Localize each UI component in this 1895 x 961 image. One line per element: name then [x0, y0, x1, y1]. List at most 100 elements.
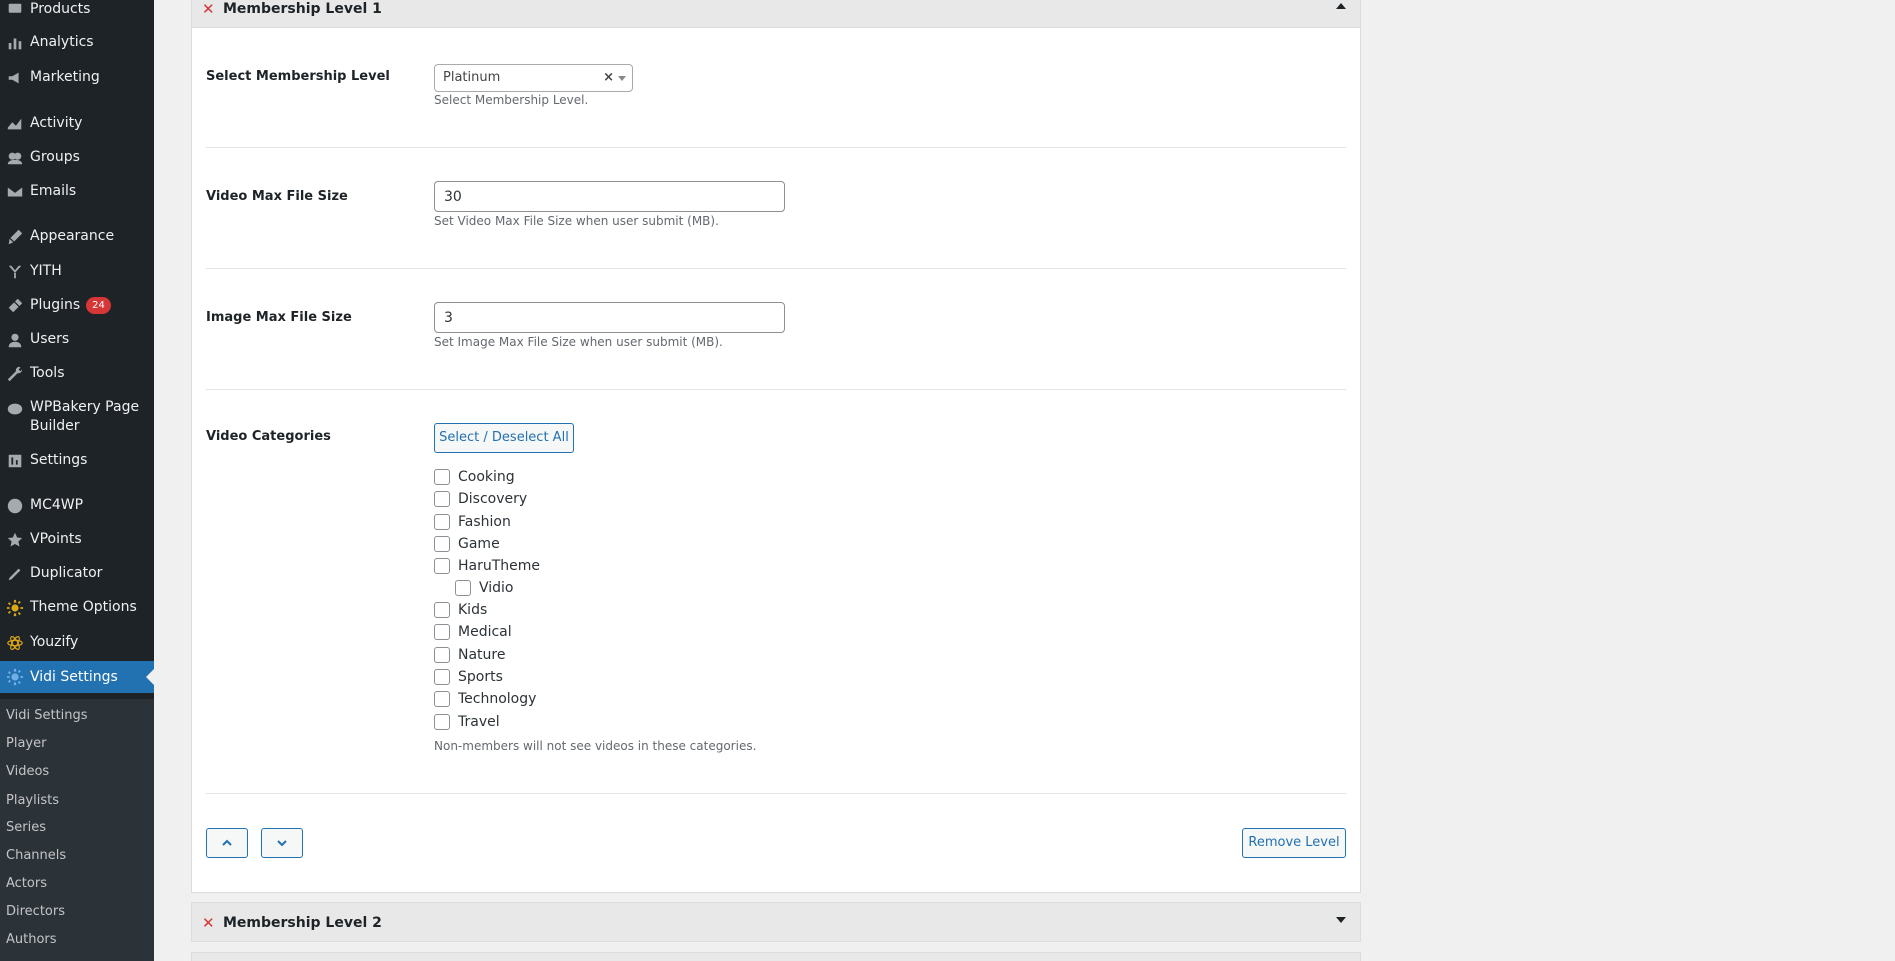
- appearance-icon: [0, 228, 30, 246]
- wpbakery-label-line2: Builder: [30, 418, 80, 434]
- sidebar-item-theme-options[interactable]: Theme Options: [0, 598, 154, 617]
- divider: [206, 389, 1346, 390]
- sidebar-item-activity[interactable]: Activity: [0, 114, 154, 133]
- marketing-icon: [0, 69, 30, 87]
- category-vidio[interactable]: Vidio: [455, 580, 514, 596]
- sidebar-item-groups[interactable]: Groups: [0, 148, 154, 167]
- category-sports[interactable]: Sports: [434, 669, 503, 685]
- submenu-videos[interactable]: Videos: [6, 764, 49, 780]
- video-max-file-size-desc: Set Video Max File Size when user submit…: [434, 214, 719, 228]
- sidebar-item-mc4wp[interactable]: MC4WP: [0, 496, 154, 515]
- submenu-authors[interactable]: Authors: [6, 932, 57, 948]
- category-kids[interactable]: Kids: [434, 602, 487, 618]
- sidebar-item-yith[interactable]: YITH: [0, 262, 154, 281]
- submenu-playlists[interactable]: Playlists: [6, 793, 59, 809]
- sidebar-item-products[interactable]: Products: [0, 0, 154, 19]
- checkbox[interactable]: [434, 714, 450, 730]
- sidebar-item-analytics[interactable]: Analytics: [0, 33, 154, 52]
- divider: [206, 793, 1346, 794]
- checkbox[interactable]: [455, 580, 471, 596]
- emails-icon: [0, 183, 30, 201]
- category-game[interactable]: Game: [434, 536, 500, 552]
- checkbox[interactable]: [434, 647, 450, 663]
- image-max-file-size-desc: Set Image Max File Size when user submit…: [434, 335, 723, 349]
- membership-level-1-title: Membership Level 1: [223, 1, 382, 17]
- select-deselect-all-button[interactable]: Select / Deselect All: [434, 423, 574, 453]
- wpbakery-label-line1: WPBakery Page: [30, 399, 140, 415]
- membership-level-1-header[interactable]: ✕ Membership Level 1: [191, 0, 1361, 28]
- sidebar-item-wpbakery[interactable]: WPBakery Page Builder: [0, 398, 154, 436]
- sidebar-item-youzify[interactable]: Youzify: [0, 633, 154, 652]
- chevron-down-icon[interactable]: [618, 76, 626, 81]
- membership-level-1-panel: [191, 0, 1361, 893]
- category-discovery[interactable]: Discovery: [434, 491, 527, 507]
- category-technology[interactable]: Technology: [434, 691, 536, 707]
- sidebar-item-emails[interactable]: Emails: [0, 182, 154, 201]
- plugins-update-badge: 24: [86, 297, 111, 314]
- groups-icon: [0, 149, 30, 167]
- select-membership-level-desc: Select Membership Level.: [434, 93, 589, 107]
- video-max-file-size-label: Video Max File Size: [206, 189, 348, 204]
- submenu-actors[interactable]: Actors: [6, 876, 47, 892]
- sidebar-item-marketing[interactable]: Marketing: [0, 68, 154, 87]
- membership-level-2-title: Membership Level 2: [223, 915, 382, 931]
- category-medical[interactable]: Medical: [434, 624, 512, 640]
- collapse-arrow-icon[interactable]: [1336, 3, 1346, 9]
- sidebar-item-vpoints[interactable]: VPoints: [0, 530, 154, 549]
- category-cooking[interactable]: Cooking: [434, 469, 515, 485]
- video-max-file-size-input[interactable]: [434, 181, 785, 212]
- move-level-up-button[interactable]: [206, 828, 248, 858]
- yith-icon: [0, 263, 30, 281]
- sidebar-item-tools[interactable]: Tools: [0, 364, 154, 383]
- checkbox[interactable]: [434, 491, 450, 507]
- video-categories-label: Video Categories: [206, 429, 331, 444]
- vidi-submenu: Vidi Settings Player Videos Playlists Se…: [0, 699, 154, 961]
- video-categories-desc: Non-members will not see videos in these…: [434, 739, 757, 753]
- settings-icon: [0, 452, 30, 470]
- sidebar-item-settings[interactable]: Settings: [0, 451, 154, 470]
- submenu-series[interactable]: Series: [6, 820, 46, 836]
- submenu-directors[interactable]: Directors: [6, 904, 65, 920]
- expand-arrow-icon[interactable]: [1336, 917, 1346, 923]
- sidebar-item-users[interactable]: Users: [0, 330, 154, 349]
- sidebar-item-plugins[interactable]: Plugins 24: [0, 296, 154, 315]
- submenu-channels[interactable]: Channels: [6, 848, 66, 864]
- remove-level-button[interactable]: Remove Level: [1242, 828, 1346, 858]
- gear-icon: [0, 599, 30, 617]
- membership-level-select[interactable]: Platinum ×: [434, 64, 633, 92]
- remove-x-icon[interactable]: ✕: [202, 0, 215, 18]
- image-max-file-size-label: Image Max File Size: [206, 310, 352, 325]
- sidebar-item-vidi-settings[interactable]: Vidi Settings: [0, 661, 154, 693]
- checkbox[interactable]: [434, 691, 450, 707]
- clear-selection-icon[interactable]: ×: [603, 65, 614, 91]
- plugins-icon: [0, 297, 30, 315]
- products-icon: [0, 1, 30, 19]
- checkbox[interactable]: [434, 469, 450, 485]
- membership-level-select-value: Platinum: [443, 70, 501, 85]
- category-fashion[interactable]: Fashion: [434, 514, 511, 530]
- sidebar-item-duplicator[interactable]: Duplicator: [0, 564, 154, 583]
- checkbox[interactable]: [434, 514, 450, 530]
- atom-icon: [0, 634, 30, 652]
- wpbakery-icon: [0, 400, 30, 418]
- divider: [206, 147, 1346, 148]
- submenu-player[interactable]: Player: [6, 736, 46, 752]
- checkbox[interactable]: [434, 536, 450, 552]
- tools-icon: [0, 365, 30, 383]
- checkbox[interactable]: [434, 558, 450, 574]
- checkbox[interactable]: [434, 602, 450, 618]
- category-nature[interactable]: Nature: [434, 647, 505, 663]
- membership-level-2-header[interactable]: ✕ Membership Level 2: [191, 902, 1361, 942]
- analytics-icon: [0, 34, 30, 52]
- sidebar-item-appearance[interactable]: Appearance: [0, 227, 154, 246]
- remove-x-icon[interactable]: ✕: [202, 914, 215, 932]
- checkbox[interactable]: [434, 624, 450, 640]
- image-max-file-size-input[interactable]: [434, 302, 785, 333]
- category-travel[interactable]: Travel: [434, 714, 500, 730]
- duplicator-icon: [0, 565, 30, 583]
- submenu-vidi-settings[interactable]: Vidi Settings: [6, 708, 88, 724]
- mc4wp-icon: [0, 497, 30, 515]
- checkbox[interactable]: [434, 669, 450, 685]
- category-harutheme[interactable]: HaruTheme: [434, 558, 540, 574]
- move-level-down-button[interactable]: [261, 828, 303, 858]
